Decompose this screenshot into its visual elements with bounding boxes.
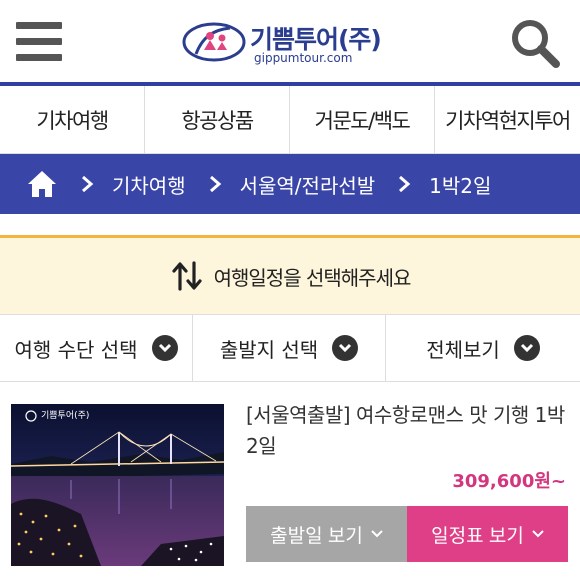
product-title[interactable]: [서울역출발] 여수항로맨스 맛 기행 1박2일 <box>246 400 566 462</box>
search-icon[interactable] <box>510 18 560 68</box>
product-price: 309,600원~ <box>452 471 566 492</box>
chevron-down-icon <box>332 335 359 361</box>
view-itinerary-button[interactable]: 일정표 보기 <box>407 506 568 562</box>
header: 기쁨투어(주) gippumtour.com <box>0 0 580 84</box>
banner-text: 여행일정을 선택해주세요 <box>213 265 412 290</box>
chevron-right-icon <box>399 175 411 193</box>
filter-label: 여행 수단 선택 <box>14 337 138 362</box>
category-nav: 기차여행 항공상품 거문도/백도 기차역현지투어 <box>0 86 580 154</box>
filter-departure-select[interactable]: 출발지 선택 <box>193 315 386 381</box>
chevron-right-icon <box>82 175 94 193</box>
chevron-down-icon <box>151 335 178 361</box>
filter-label: 전체보기 <box>426 337 500 362</box>
filter-transport-select[interactable]: 여행 수단 선택 <box>0 315 193 381</box>
chevron-down-icon <box>371 530 383 538</box>
swap-arrows-icon <box>172 261 202 291</box>
logo-subtitle: gippumtour.com <box>254 51 353 65</box>
category-tab-geomundo[interactable]: 거문도/백도 <box>290 86 435 153</box>
breadcrumb: 기차여행 서울역/전라선발 1박2일 <box>0 154 580 214</box>
image-logo-text: 기쁨투어(주) <box>41 411 90 421</box>
category-tab-train[interactable]: 기차여행 <box>0 86 145 153</box>
filter-row: 여행 수단 선택 출발지 선택 전체보기 <box>0 314 580 382</box>
button-label: 일정표 보기 <box>431 525 524 547</box>
filter-label: 출발지 선택 <box>219 337 319 362</box>
view-departure-dates-button[interactable]: 출발일 보기 <box>246 506 407 562</box>
filter-view-all-select[interactable]: 전체보기 <box>386 315 580 381</box>
category-tab-station-tour[interactable]: 기차역현지투어 <box>435 86 580 153</box>
product-image[interactable]: 기쁨투어(주) <box>11 404 224 566</box>
logo[interactable]: 기쁨투어(주) gippumtour.com <box>182 18 382 68</box>
category-tab-air[interactable]: 항공상품 <box>145 86 290 153</box>
breadcrumb-item-duration[interactable]: 1박2일 <box>429 170 491 199</box>
chevron-down-icon <box>532 530 544 538</box>
logo-mark-icon <box>182 22 246 62</box>
chevron-right-icon <box>209 175 221 193</box>
button-label: 출발일 보기 <box>270 525 363 547</box>
breadcrumb-item-route[interactable]: 서울역/전라선발 <box>240 170 376 199</box>
home-icon[interactable] <box>26 169 58 199</box>
chevron-down-icon <box>513 335 540 361</box>
menu-icon[interactable] <box>16 22 62 62</box>
breadcrumb-item-train[interactable]: 기차여행 <box>112 170 186 199</box>
schedule-select-banner[interactable]: 여행일정을 선택해주세요 <box>0 238 580 314</box>
